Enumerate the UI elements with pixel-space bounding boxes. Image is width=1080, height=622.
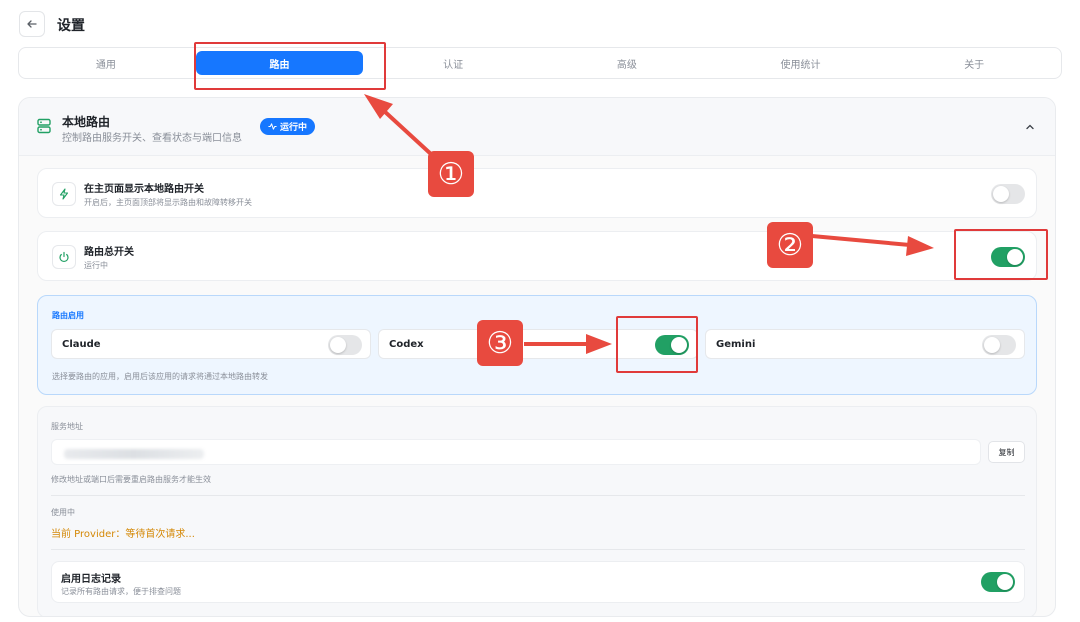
lightning-icon	[52, 182, 76, 206]
app-name: Claude	[62, 339, 101, 350]
master-switch-subtitle: 运行中	[84, 261, 108, 270]
activity-icon	[268, 123, 277, 130]
tab-label: 高级	[616, 59, 637, 71]
service-address-label: 服务地址	[51, 422, 83, 431]
arrow-left-icon	[27, 20, 37, 28]
tab-advanced[interactable]: 高级	[540, 48, 714, 78]
annotation-badge-2: ②	[767, 222, 813, 268]
tab-bar: 通用 路由 认证 高级 使用统计 关于	[18, 47, 1062, 79]
logging-title: 启用日志记录	[61, 574, 121, 585]
tab-label: 通用	[95, 59, 116, 71]
app-name: Gemini	[716, 339, 756, 350]
tab-usage-stats[interactable]: 使用统计	[714, 48, 888, 78]
current-provider: 当前 Provider：等待首次请求...	[51, 529, 195, 540]
local-route-title: 本地路由	[62, 115, 111, 129]
annotation-badge-1: ①	[428, 151, 474, 197]
route-enable-panel: 路由启用 Claude Codex Gemini 选择要路由的应用，启用后该应用…	[37, 295, 1037, 395]
route-enable-hint: 选择要路由的应用，启用后该应用的请求将通过本地路由转发	[52, 372, 268, 381]
power-icon	[52, 245, 76, 269]
in-use-label: 使用中	[51, 508, 75, 517]
server-icon	[37, 118, 51, 134]
annotation-box-1	[194, 42, 386, 90]
annotation-box-3	[616, 316, 698, 373]
service-address-input[interactable]	[51, 439, 981, 465]
local-route-header[interactable]: 本地路由 控制路由服务开关、查看状态与端口信息 运行中	[19, 98, 1055, 156]
logging-row: 启用日志记录 记录所有路由请求，便于排查问题	[51, 561, 1025, 603]
app-claude: Claude	[51, 329, 371, 359]
show-on-home-toggle[interactable]	[991, 184, 1025, 204]
app-gemini: Gemini	[705, 329, 1025, 359]
app-name: Codex	[389, 339, 424, 350]
local-route-subtitle: 控制路由服务开关、查看状态与端口信息	[62, 133, 242, 144]
service-address-hint: 修改地址或端口后需要重启路由服务才能生效	[51, 475, 211, 484]
local-route-card: 本地路由 控制路由服务开关、查看状态与端口信息 运行中 在主页面显示本地路由开关…	[18, 97, 1056, 617]
tab-label: 使用统计	[780, 59, 821, 71]
logging-subtitle: 记录所有路由请求，便于排查问题	[61, 587, 181, 596]
chevron-up-icon[interactable]	[1025, 122, 1035, 132]
show-on-home-title: 在主页面显示本地路由开关	[84, 184, 204, 195]
master-switch-title: 路由总开关	[84, 247, 134, 258]
route-enable-label: 路由启用	[52, 311, 84, 320]
annotation-box-2	[954, 229, 1048, 280]
divider	[51, 549, 1025, 550]
redacted-address	[64, 449, 204, 459]
service-section: 服务地址 复制 修改地址或端口后需要重启路由服务才能生效 使用中 当前 Prov…	[37, 406, 1037, 616]
tab-general[interactable]: 通用	[19, 48, 193, 78]
logging-toggle[interactable]	[981, 572, 1015, 592]
gemini-toggle[interactable]	[982, 335, 1016, 355]
tab-label: 关于	[964, 59, 985, 71]
back-button[interactable]	[19, 11, 45, 37]
master-switch-row: 路由总开关 运行中	[37, 231, 1037, 281]
tab-about[interactable]: 关于	[887, 48, 1061, 78]
annotation-badge-3: ③	[477, 320, 523, 366]
claude-toggle[interactable]	[328, 335, 362, 355]
show-on-home-subtitle: 开启后，主页面顶部将显示路由和故障转移开关	[84, 198, 252, 207]
show-on-home-row: 在主页面显示本地路由开关 开启后，主页面顶部将显示路由和故障转移开关	[37, 168, 1037, 218]
divider	[51, 495, 1025, 496]
page-title: 设置	[57, 18, 85, 34]
status-badge-label: 运行中	[280, 123, 308, 133]
tab-auth[interactable]: 认证	[366, 48, 540, 78]
tab-label: 认证	[443, 59, 464, 71]
copy-button[interactable]: 复制	[988, 441, 1025, 463]
status-badge: 运行中	[260, 118, 316, 135]
